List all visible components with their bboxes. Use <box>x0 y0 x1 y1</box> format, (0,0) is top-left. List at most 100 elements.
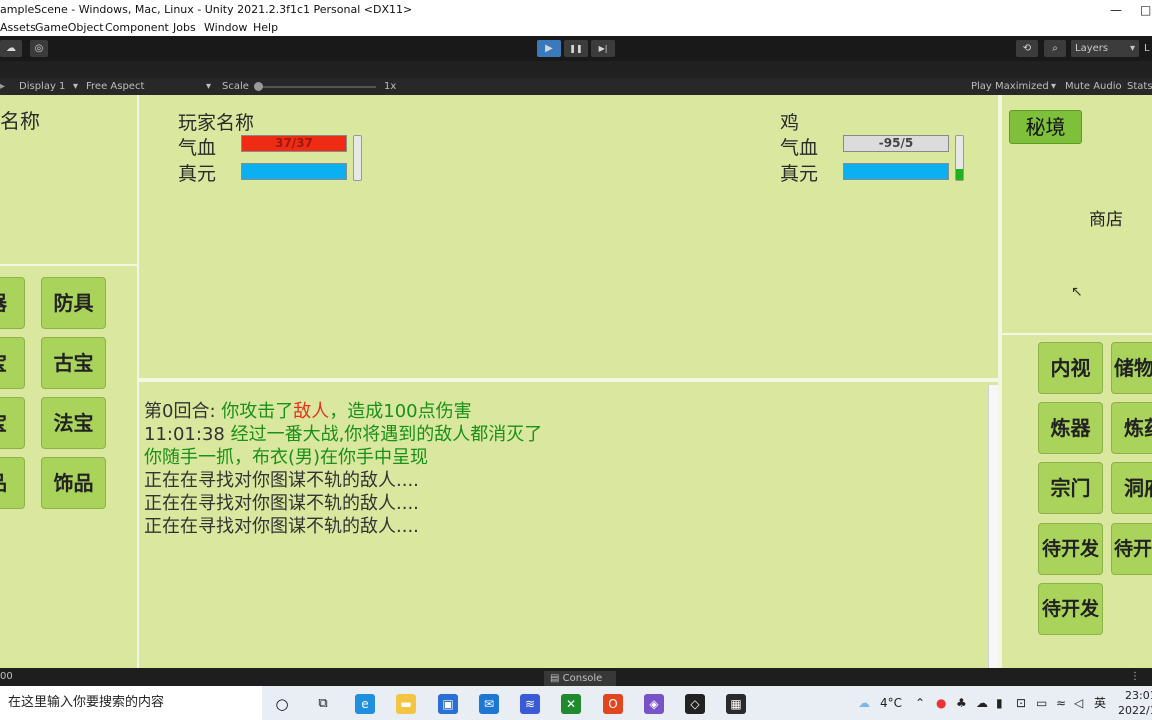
window-title: ampleScene - Windows, Mac, Linux - Unity… <box>0 3 413 16</box>
todo-button-3[interactable]: 待开 <box>1111 523 1152 575</box>
mail-icon[interactable]: ✉ <box>479 694 499 714</box>
equip-magic-treasure-button[interactable]: 法宝 <box>41 397 106 449</box>
enemy-hp-text: -95/5 <box>878 136 914 150</box>
player-hp-label: 气血 <box>178 137 217 159</box>
battery-icon[interactable]: ▭ <box>1036 686 1047 720</box>
menu-help[interactable]: Help <box>253 20 278 36</box>
panel-divider <box>998 95 1002 668</box>
player-hp-text: 37/37 <box>275 136 313 150</box>
mystic-realm-button[interactable]: 秘境 <box>1009 110 1082 144</box>
history-icon[interactable]: ⟲ <box>1016 40 1038 57</box>
console-tab[interactable]: ▤ Console <box>544 671 616 686</box>
log-scrollbar[interactable] <box>988 385 998 668</box>
minimize-button[interactable]: — <box>1110 0 1122 20</box>
play-maximized-toggle[interactable]: Play Maximized <box>971 78 1049 95</box>
alchemy-button[interactable]: 炼药 <box>1111 402 1152 454</box>
cloud-sync-icon[interactable]: ☁ <box>976 686 988 720</box>
panel-divider <box>0 264 137 266</box>
weather-temp[interactable]: 4°C <box>880 686 902 720</box>
equip-armor-button[interactable]: 防具 <box>41 277 106 329</box>
edge-icon[interactable]: e <box>355 694 375 714</box>
qq-icon[interactable]: ♣ <box>956 686 967 720</box>
step-button[interactable]: ▶| <box>591 40 615 57</box>
console-bar: 00 ▤ Console ⋮ <box>0 668 1152 686</box>
game-app-icon[interactable]: ▦ <box>726 694 746 714</box>
enemy-side-gauge-fill <box>956 169 963 180</box>
notification-dot-icon[interactable]: ● <box>936 686 946 720</box>
log-line: 正在在寻找对你图谋不轨的敌人.... <box>144 493 419 514</box>
display-dropdown[interactable]: Display 1 <box>19 78 65 95</box>
visual-studio-icon[interactable]: ◈ <box>644 694 664 714</box>
display-icon[interactable]: ⊡ <box>1016 686 1026 720</box>
file-explorer-icon[interactable]: ▬ <box>396 694 416 714</box>
weather-icon[interactable]: ☁ <box>858 686 870 720</box>
enemy-name: 鸡 <box>780 112 800 134</box>
enemy-hp-bar: -95/5 <box>843 135 949 152</box>
enemy-mp-bar <box>843 163 949 180</box>
inner-view-button[interactable]: 内视 <box>1038 342 1103 394</box>
game-view: 名称 玩家名称 气血 真元 37/37 鸡 气血 真元 -95/5 器 防具 宝… <box>0 95 1152 668</box>
store-icon[interactable]: ▣ <box>438 694 458 714</box>
layout-dropdown[interactable]: L <box>1144 40 1150 57</box>
ime-indicator[interactable]: 英 <box>1094 686 1106 720</box>
mute-audio-toggle[interactable]: Mute Audio <box>1065 78 1122 95</box>
play-button[interactable]: ▶ <box>537 40 561 57</box>
unity-toolbar: ☁ ◎ ▶ ❚❚ ▶| ⟲ ⌕ Layers ▾ L <box>0 36 1152 61</box>
player-name: 玩家名称 <box>178 112 255 134</box>
left-panel-title: 名称 <box>0 109 40 133</box>
scale-value: 1x <box>384 81 397 92</box>
player-hp-bar: 37/37 <box>241 135 347 152</box>
cloud-icon[interactable]: ☁ <box>0 40 22 57</box>
collab-icon[interactable]: ◎ <box>30 40 48 57</box>
todo-button-1[interactable]: 待开发 <box>1038 523 1103 575</box>
log-line: 正在在寻找对你图谋不轨的敌人.... <box>144 470 419 491</box>
menu-component[interactable]: Component <box>105 20 169 36</box>
menu-gameobject[interactable]: GameObject <box>35 20 104 36</box>
stats-toggle[interactable]: Stats <box>1127 78 1152 95</box>
scale-slider-knob[interactable] <box>254 82 263 91</box>
equip-ancient-treasure-button[interactable]: 古宝 <box>41 337 106 389</box>
xbox-icon[interactable]: ✕ <box>561 694 581 714</box>
search-icon[interactable]: ⌕ <box>1044 40 1066 57</box>
chevron-down-icon: ▾ <box>1129 43 1135 54</box>
taskbar-search-input[interactable]: 在这里输入你要搜索的内容 <box>0 686 262 720</box>
scale-label: Scale <box>222 81 249 92</box>
chevron-down-icon: ▾ <box>206 81 212 92</box>
menu-window[interactable]: Window <box>204 20 247 36</box>
cave-dwelling-button[interactable]: 洞府 <box>1111 462 1152 514</box>
player-side-gauge <box>353 135 362 181</box>
equip-treasure-button[interactable]: 宝 <box>0 337 25 389</box>
office-icon[interactable]: O <box>603 694 623 714</box>
status-text: 00 <box>0 671 13 682</box>
mic-icon[interactable]: ▮ <box>996 686 1003 720</box>
pause-button[interactable]: ❚❚ <box>564 40 588 57</box>
equip-spirit-treasure-button[interactable]: 宝 <box>0 397 25 449</box>
ink-app-icon[interactable]: ≋ <box>520 694 540 714</box>
menu-assets[interactable]: Assets <box>0 20 36 36</box>
equip-weapon-button[interactable]: 器 <box>0 277 25 329</box>
wifi-icon[interactable]: ≈ <box>1056 686 1066 720</box>
system-clock[interactable]: 23:01 2022/1 <box>1118 688 1152 718</box>
unity-icon[interactable]: ◇ <box>685 694 705 714</box>
mouse-cursor-icon: ↖ <box>1071 284 1083 300</box>
task-view-icon[interactable]: ⧉ <box>313 694 333 714</box>
shop-label[interactable]: 商店 <box>1089 205 1123 230</box>
storage-button[interactable]: 储物 <box>1111 342 1152 394</box>
maximize-button[interactable]: □ <box>1140 0 1151 20</box>
layers-dropdown[interactable]: Layers ▾ <box>1071 40 1139 57</box>
game-tab-handle[interactable]: ▸ <box>0 78 5 95</box>
tray-expand-icon[interactable]: ⌃ <box>915 686 925 720</box>
cortana-icon[interactable]: ○ <box>272 694 292 714</box>
clock-date: 2022/1 <box>1118 704 1152 717</box>
more-icon[interactable]: ⋮ <box>1130 668 1140 686</box>
toolbar-gap <box>0 61 1152 78</box>
scale-slider[interactable] <box>256 86 376 88</box>
equip-item-button[interactable]: 品 <box>0 457 25 509</box>
refine-weapon-button[interactable]: 炼器 <box>1038 402 1103 454</box>
equip-accessory-button[interactable]: 饰品 <box>41 457 106 509</box>
sect-button[interactable]: 宗门 <box>1038 462 1103 514</box>
aspect-dropdown[interactable]: Free Aspect <box>86 78 144 95</box>
volume-icon[interactable]: ◁ <box>1074 686 1083 720</box>
todo-button-2[interactable]: 待开发 <box>1038 583 1103 635</box>
menu-jobs[interactable]: Jobs <box>173 20 196 36</box>
